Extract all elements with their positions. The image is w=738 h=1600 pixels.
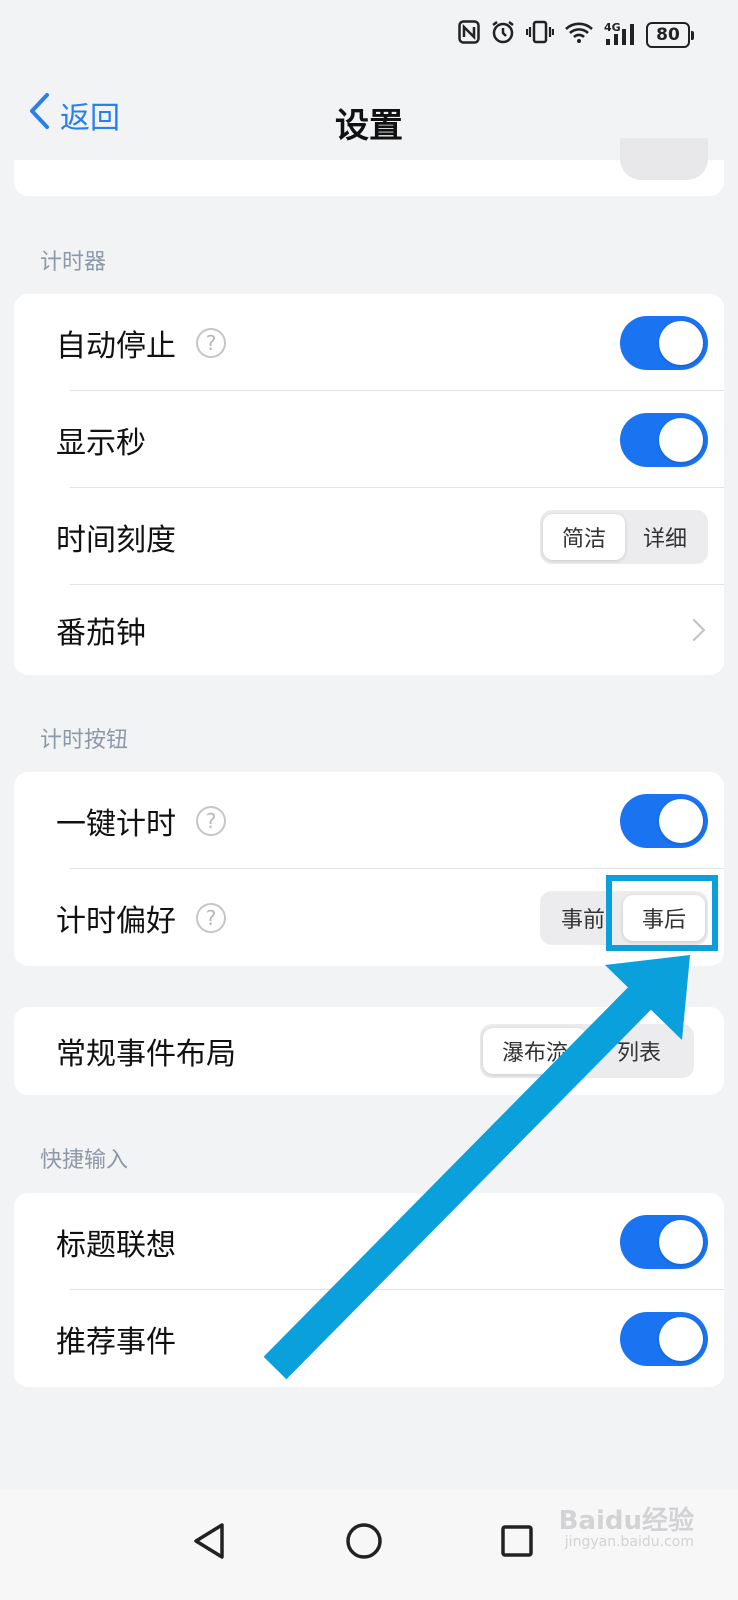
one-key-timer-row: 一键计时 ?: [14, 772, 724, 869]
event-layout-card: 常规事件布局 瀑布流 列表: [14, 1007, 724, 1095]
quick-input-card: 标题联想 推荐事件: [14, 1193, 724, 1387]
show-seconds-label: 显示秒: [56, 425, 146, 461]
pomodoro-row[interactable]: 番茄钟: [14, 585, 724, 675]
partial-settings-card: [14, 138, 724, 196]
battery-level: 80: [646, 22, 690, 48]
title-suggest-toggle[interactable]: [620, 1214, 708, 1269]
help-icon[interactable]: ?: [196, 902, 226, 933]
section-header-timer-button: 计时按钮: [40, 728, 129, 753]
wifi-icon: [564, 20, 594, 50]
auto-stop-label: 自动停止: [56, 328, 176, 364]
title-suggest-label: 标题联想: [56, 1227, 176, 1263]
time-scale-row: 时间刻度 简洁 详细: [14, 488, 724, 585]
vibrate-icon: [525, 20, 555, 50]
event-layout-option-list[interactable]: 列表: [587, 1028, 691, 1074]
event-layout-row: 常规事件布局 瀑布流 列表: [14, 1007, 724, 1095]
recommend-event-row: 推荐事件: [14, 1290, 724, 1387]
one-key-timer-toggle[interactable]: [620, 793, 708, 848]
timer-preference-label: 计时偏好: [56, 903, 176, 939]
back-triangle-icon[interactable]: [192, 1522, 226, 1564]
partial-toggle[interactable]: [620, 138, 708, 180]
time-scale-option-concise[interactable]: 简洁: [543, 513, 625, 560]
signal-4g-icon: 4G: [604, 21, 636, 47]
event-layout-segmented-control: 瀑布流 列表: [480, 1024, 694, 1078]
time-scale-segmented-control: 简洁 详细: [540, 509, 708, 564]
status-bar: 4G 80: [0, 0, 738, 70]
event-layout-label: 常规事件布局: [56, 1037, 236, 1072]
show-seconds-row: 显示秒: [14, 391, 724, 488]
recommend-event-toggle[interactable]: [620, 1311, 708, 1366]
auto-stop-row: 自动停止 ?: [14, 294, 724, 391]
watermark-logo: Baidu经验: [558, 1506, 694, 1536]
battery-indicator: 80: [646, 22, 694, 48]
home-circle-icon[interactable]: [345, 1522, 383, 1564]
chevron-right-icon: [682, 618, 706, 642]
recommend-event-label: 推荐事件: [56, 1324, 176, 1360]
nfc-icon: [458, 20, 480, 50]
section-header-timer: 计时器: [40, 250, 107, 275]
time-scale-option-detailed[interactable]: 详细: [625, 514, 705, 560]
watermark-url: jingyan.baidu.com: [564, 1534, 694, 1550]
alarm-icon: [490, 20, 516, 50]
help-icon[interactable]: ?: [196, 327, 226, 358]
help-icon[interactable]: ?: [196, 805, 226, 836]
title-suggest-row: 标题联想: [14, 1193, 724, 1290]
event-layout-option-waterfall[interactable]: 瀑布流: [483, 1028, 587, 1074]
show-seconds-toggle[interactable]: [620, 412, 708, 467]
recents-square-icon[interactable]: [500, 1522, 534, 1564]
section-header-quick-input: 快捷输入: [40, 1148, 129, 1173]
annotation-highlight-box: [606, 875, 718, 951]
pomodoro-label: 番茄钟: [56, 616, 146, 651]
auto-stop-toggle[interactable]: [620, 315, 708, 370]
timer-settings-card: 自动停止 ? 显示秒 时间刻度 简洁 详细 番茄钟: [14, 294, 724, 675]
time-scale-label: 时间刻度: [56, 522, 176, 558]
one-key-timer-label: 一键计时: [56, 806, 176, 842]
